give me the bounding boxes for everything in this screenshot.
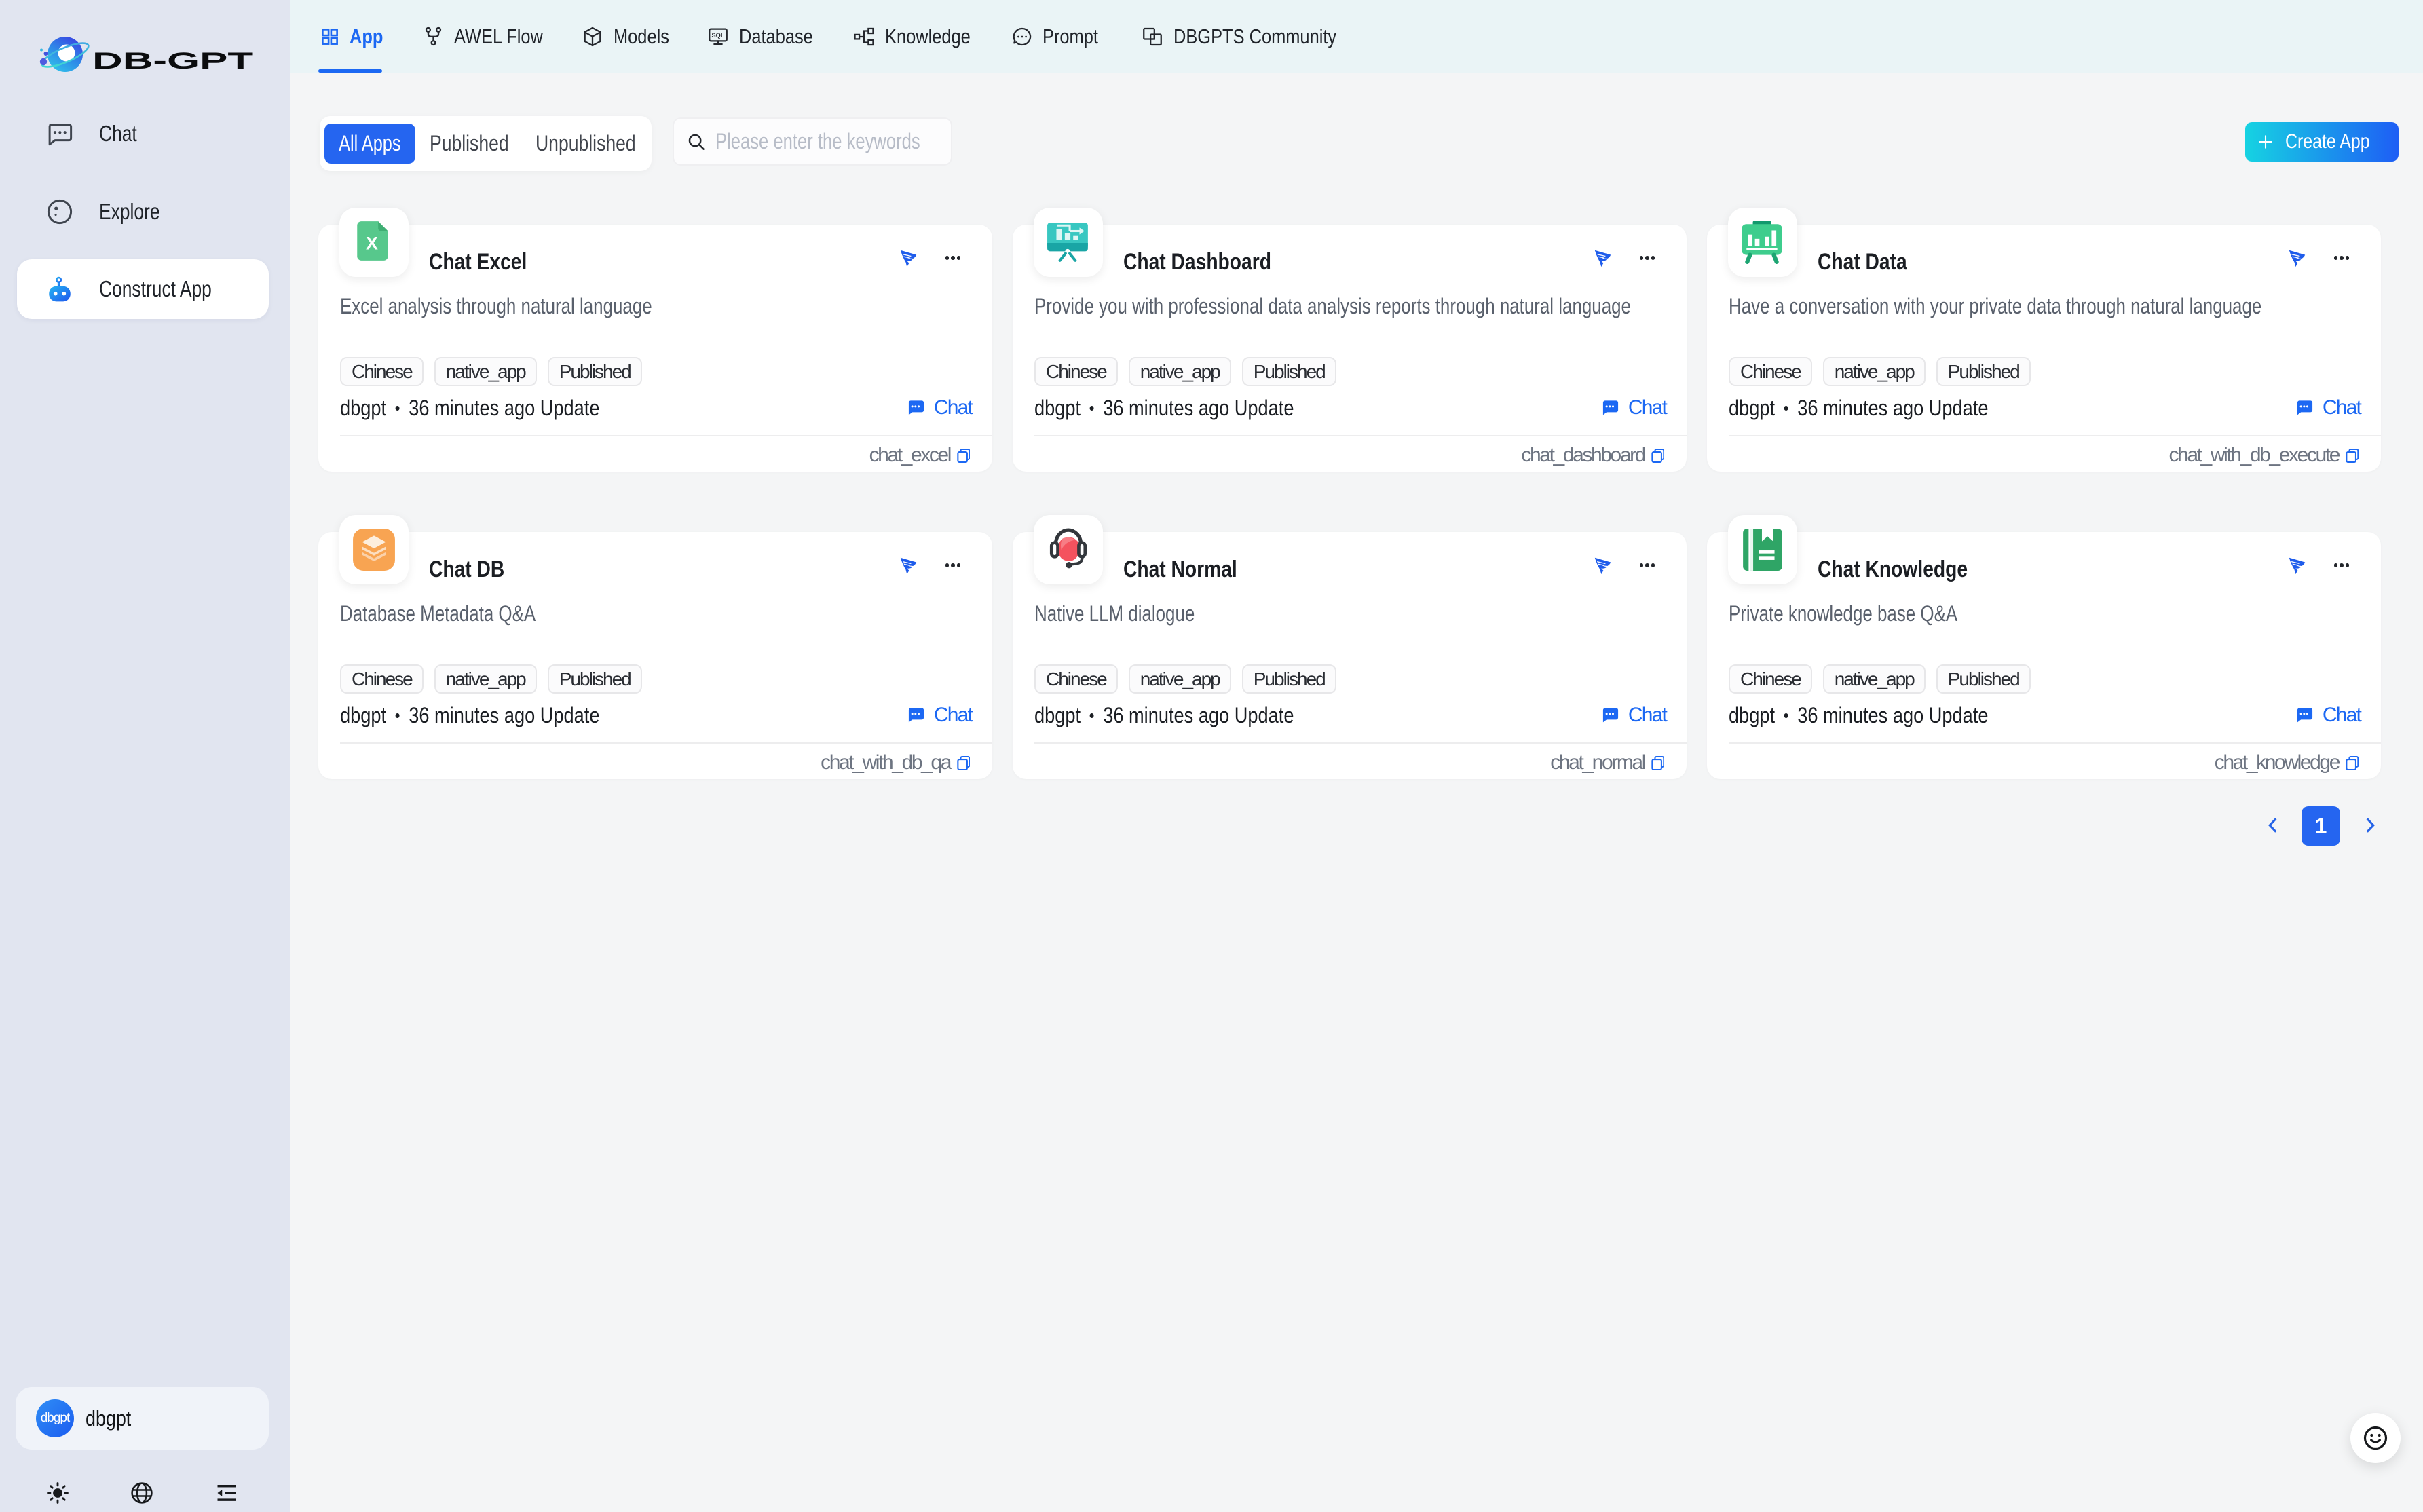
svg-text:SQL: SQL — [712, 31, 725, 38]
